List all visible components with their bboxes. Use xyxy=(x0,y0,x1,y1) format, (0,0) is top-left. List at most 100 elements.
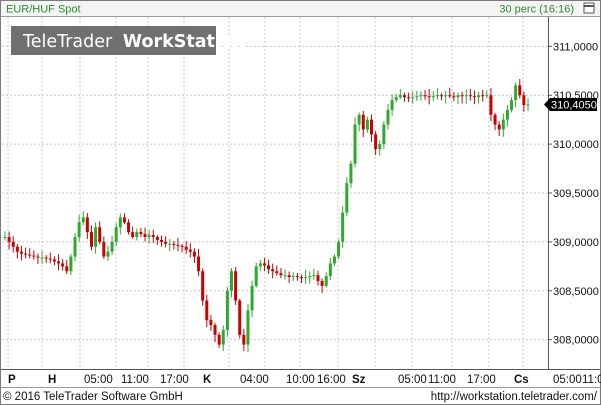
candle-body xyxy=(106,251,110,257)
candle-body xyxy=(431,96,435,98)
x-day-marker: Sz xyxy=(352,374,366,386)
candle-body xyxy=(122,217,126,223)
x-tick-label: 17:00 xyxy=(467,374,496,386)
x-tick-label: 11:00 xyxy=(428,374,456,386)
candle-body xyxy=(98,227,102,242)
candle-body xyxy=(229,271,233,291)
candle-body xyxy=(407,97,411,99)
x-tick-label: 05:00 xyxy=(398,374,427,386)
candle-body xyxy=(402,95,406,98)
candle-body xyxy=(7,237,11,242)
candle-body xyxy=(40,257,44,259)
candle-body xyxy=(493,114,497,125)
candle-body xyxy=(497,124,501,130)
candle-body xyxy=(221,329,225,345)
x-day-marker: H xyxy=(48,374,56,386)
candle-body xyxy=(192,251,196,257)
x-tick-label: 10:00 xyxy=(286,374,315,386)
candle-body xyxy=(357,114,361,125)
y-tick-label: 309,0000 xyxy=(553,237,599,249)
x-day-marker: K xyxy=(203,374,212,386)
candle-body xyxy=(398,95,402,98)
candle-body xyxy=(188,249,192,252)
candle-body xyxy=(320,281,324,286)
candle-body xyxy=(164,241,168,244)
candle-body xyxy=(15,246,19,252)
candle-body xyxy=(312,275,316,277)
candle-body xyxy=(246,310,250,345)
current-price-marker: 310,4050 xyxy=(544,98,597,112)
candle-body xyxy=(114,227,118,242)
candle-body xyxy=(69,256,73,272)
candle-body xyxy=(131,232,135,237)
teletrader-logo: TeleTrader WorkStation xyxy=(11,26,245,55)
title-bar: EUR/HUF Spot 30 perc (16:16) xyxy=(1,1,600,17)
candle-body xyxy=(110,241,114,252)
x-tick-label: 17:00 xyxy=(160,374,189,386)
candle-body xyxy=(184,246,188,250)
candle-body xyxy=(514,85,518,101)
candle-body xyxy=(176,244,180,246)
candle-body xyxy=(444,95,448,97)
candle-body xyxy=(440,95,444,97)
candle-body xyxy=(151,235,155,237)
x-tick-label: 05:00 xyxy=(84,374,113,386)
candle-body xyxy=(386,109,390,125)
candle-body xyxy=(291,276,295,278)
candle-body xyxy=(435,95,439,97)
svg-text:TeleTrader WorkStation: TeleTrader WorkStation xyxy=(22,32,245,52)
candle-body xyxy=(481,95,485,97)
candle-body xyxy=(143,234,147,237)
candle-body xyxy=(205,300,209,321)
footer-url[interactable]: http://workstation.teletrader.com/ xyxy=(431,391,598,403)
candle-body xyxy=(452,96,456,98)
candle-body xyxy=(300,277,304,279)
candle-body xyxy=(460,95,464,97)
current-price-label: 310,4050 xyxy=(551,100,597,112)
candle-body xyxy=(477,95,481,98)
candle-body xyxy=(382,124,386,145)
candle-body xyxy=(275,271,279,274)
candle-body xyxy=(279,273,283,276)
candle-body xyxy=(472,96,476,98)
candle-body xyxy=(102,241,106,257)
candle-body xyxy=(324,276,328,286)
candle-body xyxy=(353,124,357,164)
candle-body xyxy=(361,114,365,130)
candle-body xyxy=(448,95,452,97)
candle-body xyxy=(85,217,89,233)
candle-body xyxy=(159,239,163,242)
x-day-marker: P xyxy=(8,374,16,386)
candle-body xyxy=(295,276,299,278)
candle-body xyxy=(65,266,69,272)
candle-body xyxy=(374,134,378,149)
candle-body xyxy=(242,334,246,345)
candle-body xyxy=(89,232,93,247)
candle-body xyxy=(3,237,7,238)
candle-body xyxy=(217,334,221,345)
candle-body xyxy=(61,263,65,267)
candle-body xyxy=(464,95,468,97)
candle-body xyxy=(522,95,526,105)
candle-body xyxy=(209,320,213,325)
candle-body xyxy=(139,232,143,235)
candle-body xyxy=(419,95,423,97)
candle-body xyxy=(24,253,28,255)
candle-body xyxy=(501,119,505,130)
candle-body xyxy=(118,217,122,228)
candle-body xyxy=(180,245,184,247)
y-tick-label: 309,5000 xyxy=(553,188,599,200)
interval-label: 30 perc (16:16) xyxy=(499,4,574,16)
maximize-icon[interactable] xyxy=(583,2,595,14)
candle-body xyxy=(308,276,312,278)
x-tick-label: 05:00 xyxy=(553,374,582,386)
copyright-text: © 2016 TeleTrader Software GmbH xyxy=(3,391,183,403)
candle-body xyxy=(19,251,23,254)
candle-body xyxy=(304,277,308,279)
candle-body xyxy=(172,243,176,245)
candle-body xyxy=(201,271,205,301)
candle-body xyxy=(415,96,419,98)
y-tick-label: 310,0000 xyxy=(553,139,599,151)
candle-body xyxy=(197,256,201,272)
x-tick-label: 11:00 xyxy=(582,374,601,386)
